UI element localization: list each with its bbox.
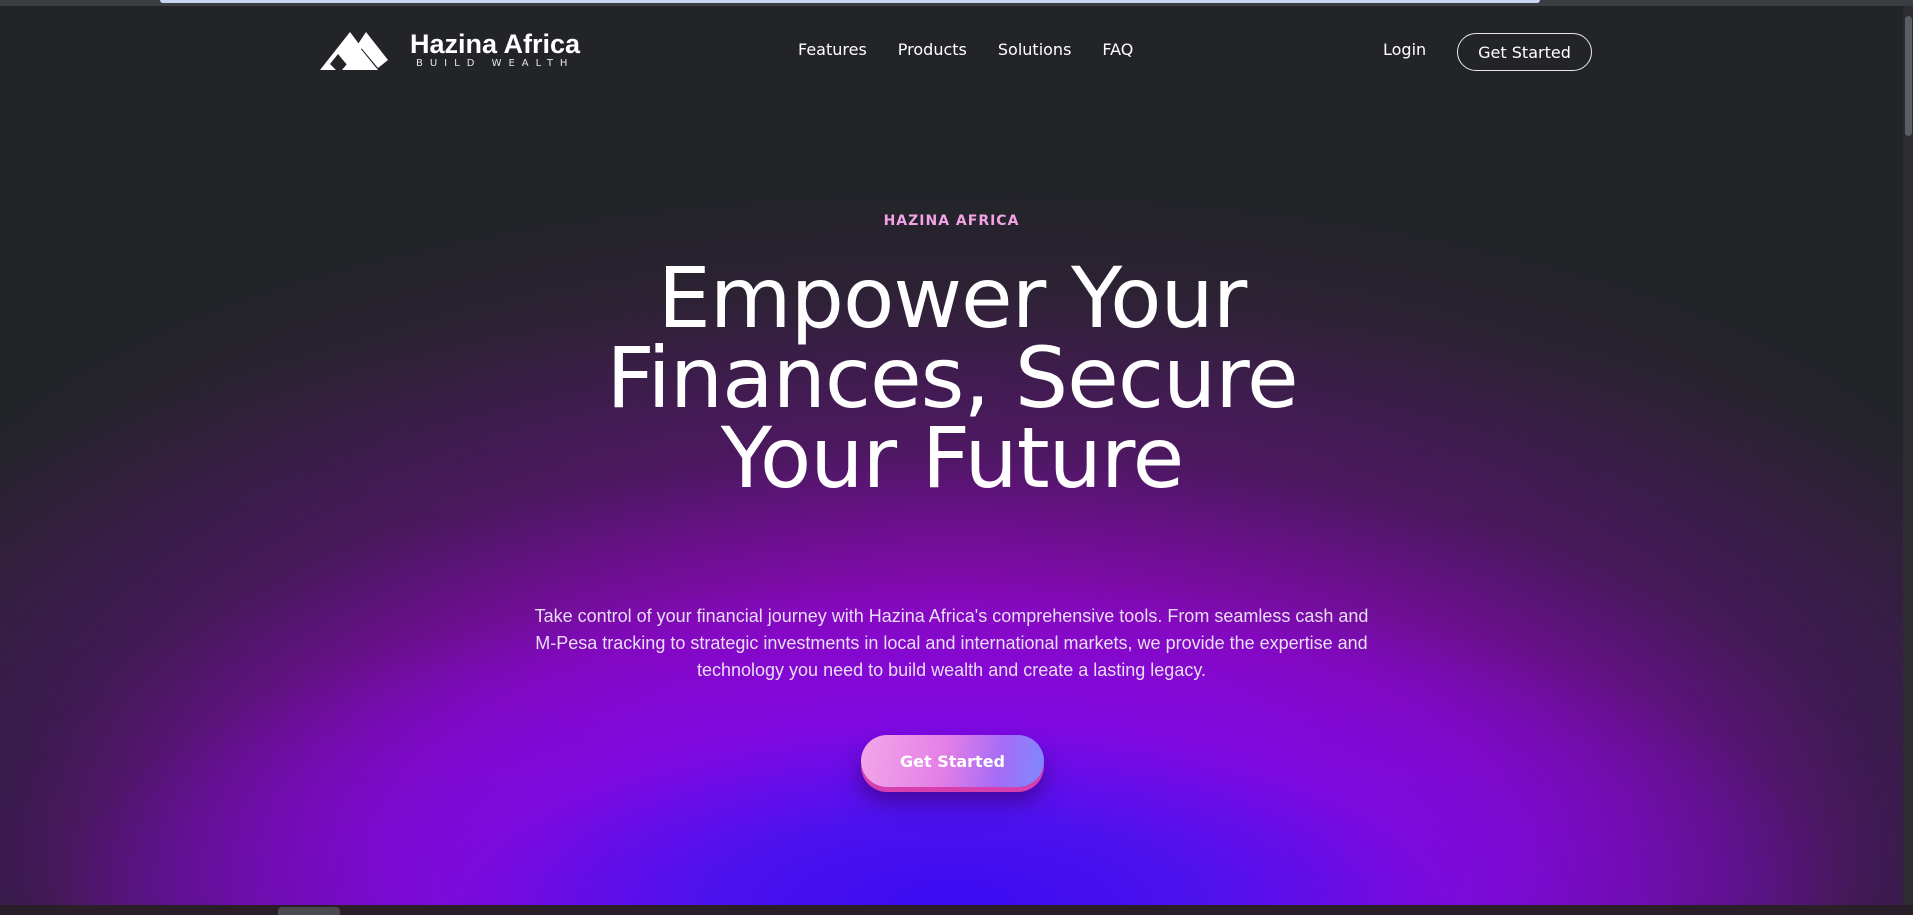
scrollbar-thumb[interactable] — [1905, 16, 1912, 136]
mountain-logo-icon — [320, 32, 388, 70]
brand-wordmark: Hazina Africa BUILD WEALTH — [410, 30, 580, 70]
hero-headline: Empower Your Finances, Secure Your Futur… — [606, 249, 1298, 507]
hero-get-started-button[interactable]: Get Started — [861, 735, 1044, 787]
nav-item-solutions[interactable]: Solutions — [998, 40, 1072, 59]
nav-item-faq[interactable]: FAQ — [1102, 40, 1133, 59]
header-get-started-button[interactable]: Get Started — [1457, 33, 1592, 71]
brand-name: Hazina Africa — [410, 29, 581, 59]
taskbar-item[interactable] — [278, 907, 340, 915]
landing-page: Hazina Africa BUILD WEALTH Features Prod… — [0, 6, 1903, 905]
nav-item-features[interactable]: Features — [798, 40, 867, 59]
brand-logo[interactable]: Hazina Africa BUILD WEALTH — [318, 28, 580, 72]
login-link[interactable]: Login — [1383, 40, 1426, 59]
main-nav: Features Products Solutions FAQ — [798, 40, 1133, 59]
hero-description: Take control of your financial journey w… — [534, 606, 1369, 680]
brand-tagline: BUILD WEALTH — [416, 58, 575, 69]
nav-item-products[interactable]: Products — [898, 40, 967, 59]
page-scrollbar[interactable] — [1903, 6, 1913, 905]
hero-eyebrow: HAZINA AFRICA — [883, 213, 1020, 229]
browser-address-bar[interactable] — [160, 0, 1540, 3]
